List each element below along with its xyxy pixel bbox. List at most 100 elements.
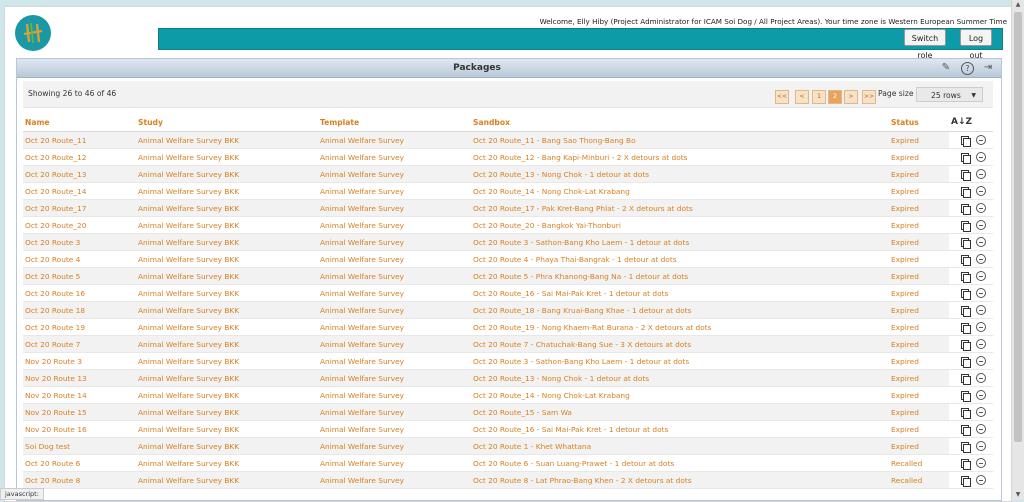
cell-sandbox[interactable]: Oct 20 Route 7 - Chatuchak-Bang Sue - 3 … — [471, 335, 889, 353]
cell-name[interactable]: Nov 20 Route 15 — [23, 403, 136, 421]
cell-name[interactable]: Oct 20 Route_17 — [23, 199, 136, 217]
copy-icon[interactable] — [961, 424, 971, 436]
cell-name[interactable]: Oct 20 Route 8 — [23, 471, 136, 489]
remove-icon[interactable] — [976, 424, 986, 434]
cell-name[interactable]: Oct 20 Route_12 — [23, 148, 136, 166]
remove-icon[interactable] — [976, 288, 986, 298]
copy-icon[interactable] — [961, 254, 971, 266]
cell-study[interactable]: Animal Welfare Survey BKK — [136, 386, 318, 404]
cell-name[interactable]: Oct 20 Route 4 — [23, 250, 136, 268]
scroll-up-arrow-icon[interactable]: ▲ — [1012, 0, 1024, 10]
cell-study[interactable]: Animal Welfare Survey BKK — [136, 352, 318, 370]
cell-sandbox[interactable]: Oct 20 Route_20 - Bangkok Yai-Thonburi — [471, 216, 889, 234]
cell-template[interactable]: Animal Welfare Survey — [318, 233, 471, 251]
copy-icon[interactable] — [961, 373, 971, 385]
cell-name[interactable]: Oct 20 Route 7 — [23, 335, 136, 353]
copy-icon[interactable] — [961, 135, 971, 147]
cell-study[interactable]: Animal Welfare Survey BKK — [136, 301, 318, 319]
copy-icon[interactable] — [961, 237, 971, 249]
help-icon[interactable]: ? — [961, 62, 974, 75]
pencil-icon[interactable]: ✎ — [939, 61, 953, 75]
remove-icon[interactable] — [976, 373, 986, 383]
sort-az-icon[interactable]: A↓Z — [949, 113, 993, 132]
cell-name[interactable]: Nov 20 Route 13 — [23, 369, 136, 387]
copy-icon[interactable] — [961, 152, 971, 164]
remove-icon[interactable] — [976, 237, 986, 247]
column-header-study[interactable]: Study — [136, 113, 318, 132]
cell-study[interactable]: Animal Welfare Survey BKK — [136, 420, 318, 438]
remove-icon[interactable] — [976, 322, 986, 332]
cell-sandbox[interactable]: Oct 20 Route 6 - Suan Luang-Prawet - 1 d… — [471, 454, 889, 472]
cell-name[interactable]: Oct 20 Route_20 — [23, 216, 136, 234]
column-header-status[interactable]: Status — [889, 113, 949, 132]
remove-icon[interactable] — [976, 169, 986, 179]
cell-study[interactable]: Animal Welfare Survey BKK — [136, 284, 318, 302]
cell-template[interactable]: Animal Welfare Survey — [318, 352, 471, 370]
copy-icon[interactable] — [961, 203, 971, 215]
cell-template[interactable]: Animal Welfare Survey — [318, 369, 471, 387]
cell-template[interactable]: Animal Welfare Survey — [318, 148, 471, 166]
cell-name[interactable]: Oct 20 Route_11 — [23, 131, 136, 149]
column-header-name[interactable]: Name — [23, 113, 136, 132]
remove-icon[interactable] — [976, 339, 986, 349]
remove-icon[interactable] — [976, 441, 986, 451]
scroll-thumb[interactable] — [1014, 12, 1022, 442]
copy-icon[interactable] — [961, 390, 971, 402]
cell-template[interactable]: Animal Welfare Survey — [318, 216, 471, 234]
cell-sandbox[interactable]: Oct 20 Route 1 - Khet Whattana — [471, 437, 889, 455]
cell-study[interactable]: Animal Welfare Survey BKK — [136, 403, 318, 421]
remove-icon[interactable] — [976, 458, 986, 468]
cell-template[interactable]: Animal Welfare Survey — [318, 131, 471, 149]
page-size-select[interactable]: 25 rows ▼ — [916, 87, 983, 102]
cell-study[interactable]: Animal Welfare Survey BKK — [136, 471, 318, 489]
cell-template[interactable]: Animal Welfare Survey — [318, 420, 471, 438]
cell-name[interactable]: Nov 20 Route 16 — [23, 420, 136, 438]
cell-template[interactable]: Animal Welfare Survey — [318, 284, 471, 302]
cell-sandbox[interactable]: Oct 20 Route 5 - Phra Khanong-Bang Na - … — [471, 267, 889, 285]
remove-icon[interactable] — [976, 271, 986, 281]
copy-icon[interactable] — [961, 475, 971, 487]
exit-icon[interactable]: ⇥ — [981, 61, 995, 75]
copy-icon[interactable] — [961, 458, 971, 470]
cell-name[interactable]: Nov 20 Route 14 — [23, 386, 136, 404]
cell-template[interactable]: Animal Welfare Survey — [318, 335, 471, 353]
window-scrollbar[interactable]: ▲ ▼ — [1011, 0, 1024, 500]
copy-icon[interactable] — [961, 169, 971, 181]
copy-icon[interactable] — [961, 220, 971, 232]
column-header-template[interactable]: Template — [318, 113, 471, 132]
cell-study[interactable]: Animal Welfare Survey BKK — [136, 216, 318, 234]
cell-name[interactable]: Oct 20 Route 5 — [23, 267, 136, 285]
logo-icon[interactable] — [15, 15, 51, 51]
cell-sandbox[interactable]: Oct 20 Route_14 - Nong Chok-Lat Krabang — [471, 386, 889, 404]
remove-icon[interactable] — [976, 220, 986, 230]
cell-sandbox[interactable]: Oct 20 Route 8 - Lat Phrao-Bang Khen - 2… — [471, 471, 889, 489]
cell-study[interactable]: Animal Welfare Survey BKK — [136, 250, 318, 268]
cell-sandbox[interactable]: Oct 20 Route_16 - Sai Mai-Pak Kret - 1 d… — [471, 284, 889, 302]
cell-name[interactable]: Oct 20 Route_13 — [23, 165, 136, 183]
cell-sandbox[interactable]: Oct 20 Route_13 - Nong Chok - 1 detour a… — [471, 165, 889, 183]
cell-template[interactable]: Animal Welfare Survey — [318, 318, 471, 336]
cell-template[interactable]: Animal Welfare Survey — [318, 454, 471, 472]
cell-name[interactable]: Oct 20 Route 6 — [23, 454, 136, 472]
cell-study[interactable]: Animal Welfare Survey BKK — [136, 199, 318, 217]
copy-icon[interactable] — [961, 271, 971, 283]
pager-last-button[interactable]: >> — [862, 90, 876, 104]
cell-study[interactable]: Animal Welfare Survey BKK — [136, 182, 318, 200]
cell-template[interactable]: Animal Welfare Survey — [318, 267, 471, 285]
cell-template[interactable]: Animal Welfare Survey — [318, 403, 471, 421]
cell-template[interactable]: Animal Welfare Survey — [318, 182, 471, 200]
pager-next-button[interactable]: > — [844, 90, 858, 104]
cell-study[interactable]: Animal Welfare Survey BKK — [136, 318, 318, 336]
remove-icon[interactable] — [976, 203, 986, 213]
cell-study[interactable]: Animal Welfare Survey BKK — [136, 335, 318, 353]
cell-name[interactable]: Soi Dog test — [23, 437, 136, 455]
cell-sandbox[interactable]: Oct 20 Route_11 - Bang Sao Thong-Bang Bo — [471, 131, 889, 149]
remove-icon[interactable] — [976, 186, 986, 196]
remove-icon[interactable] — [976, 390, 986, 400]
cell-sandbox[interactable]: Oct 20 Route_19 - Nong Khaem-Rat Burana … — [471, 318, 889, 336]
logout-button[interactable]: Log out — [960, 29, 992, 60]
copy-icon[interactable] — [961, 356, 971, 368]
cell-template[interactable]: Animal Welfare Survey — [318, 301, 471, 319]
cell-template[interactable]: Animal Welfare Survey — [318, 165, 471, 183]
cell-template[interactable]: Animal Welfare Survey — [318, 250, 471, 268]
